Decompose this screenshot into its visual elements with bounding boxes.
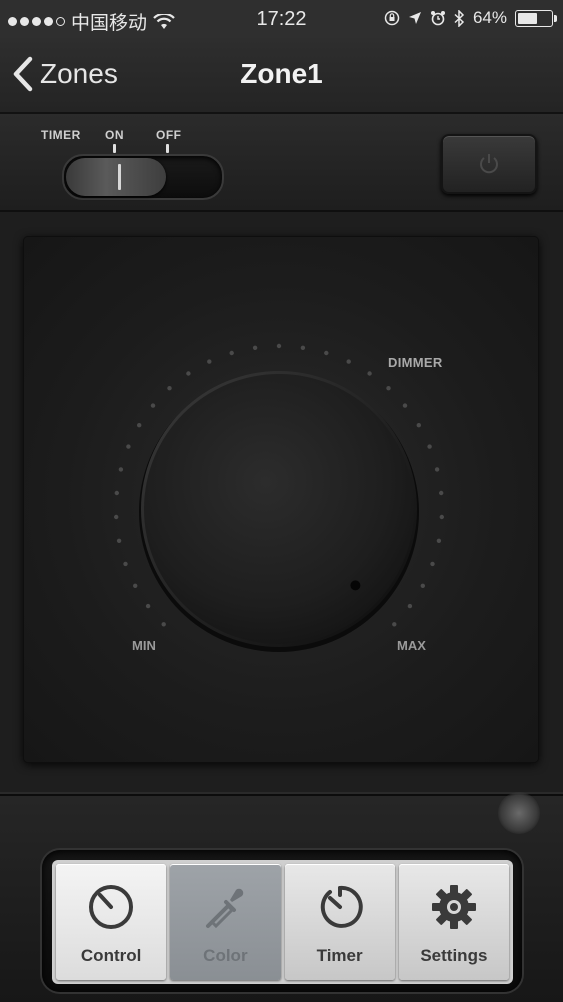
dial-tick-dot [114,490,120,496]
eyedropper-icon [206,888,244,929]
dimmer-label: DIMMER [388,355,443,370]
dial-tick-dot [439,490,444,496]
dial-tick-dot [252,345,258,350]
tab-timer[interactable]: Timer [284,864,395,980]
max-label: MAX [397,638,426,653]
dimmer-indicator-dot [350,580,361,591]
dial-tick-dot [439,514,444,520]
assistive-touch-button[interactable] [498,792,540,834]
dial-tick-dot [229,350,234,356]
dial-tick-dot [436,538,442,543]
dial-tick-dot [207,359,212,364]
dial-tick-dot [276,343,282,349]
dial-tick-dot [118,467,124,472]
tab-settings[interactable]: Settings [398,864,509,980]
dial-tick-dot [346,359,351,364]
dimmer-knob[interactable] [144,374,414,644]
dial-tick-dot [137,423,142,428]
dial-tick-dot [300,345,306,350]
gear-icon [431,885,476,929]
dial-tick-dot [416,423,421,428]
dial-tick-dot [367,371,372,376]
tab-color[interactable]: Color [170,864,281,980]
dial-tick-dot [150,403,156,408]
dial-tick-dot [161,622,166,627]
dial-tick-dot [392,622,397,627]
dial-tick-dot [116,538,122,543]
dial-tick-dot [126,444,131,449]
dial-icon [89,885,134,929]
dial-tick-dot [123,561,128,567]
dial-tick-dot [434,467,440,472]
tab-bar: Control Color Timer Settings [52,860,513,984]
min-label: MIN [132,638,156,653]
dial-tick-dot [133,583,138,588]
tab-settings-label: Settings [420,946,488,965]
dial-tick-dot [420,583,425,588]
dial-tick-dot [324,350,329,356]
tab-control-label: Control [80,946,142,965]
dial-tick-dot [186,371,191,376]
dial-tick-dot [386,386,391,391]
dial-tick-dot [145,603,151,609]
dial-tick-dot [430,561,435,567]
dial-tick-dot [114,514,119,520]
dial-tick-dot [402,403,408,408]
dial-tick-dot [407,603,413,609]
tab-color-label: Color [203,946,248,965]
dial-tick-dot [167,386,172,391]
tab-control[interactable]: Control [56,864,167,980]
stopwatch-icon [320,885,363,928]
dial-tick-dot [427,444,432,449]
tab-timer-label: Timer [316,946,363,965]
